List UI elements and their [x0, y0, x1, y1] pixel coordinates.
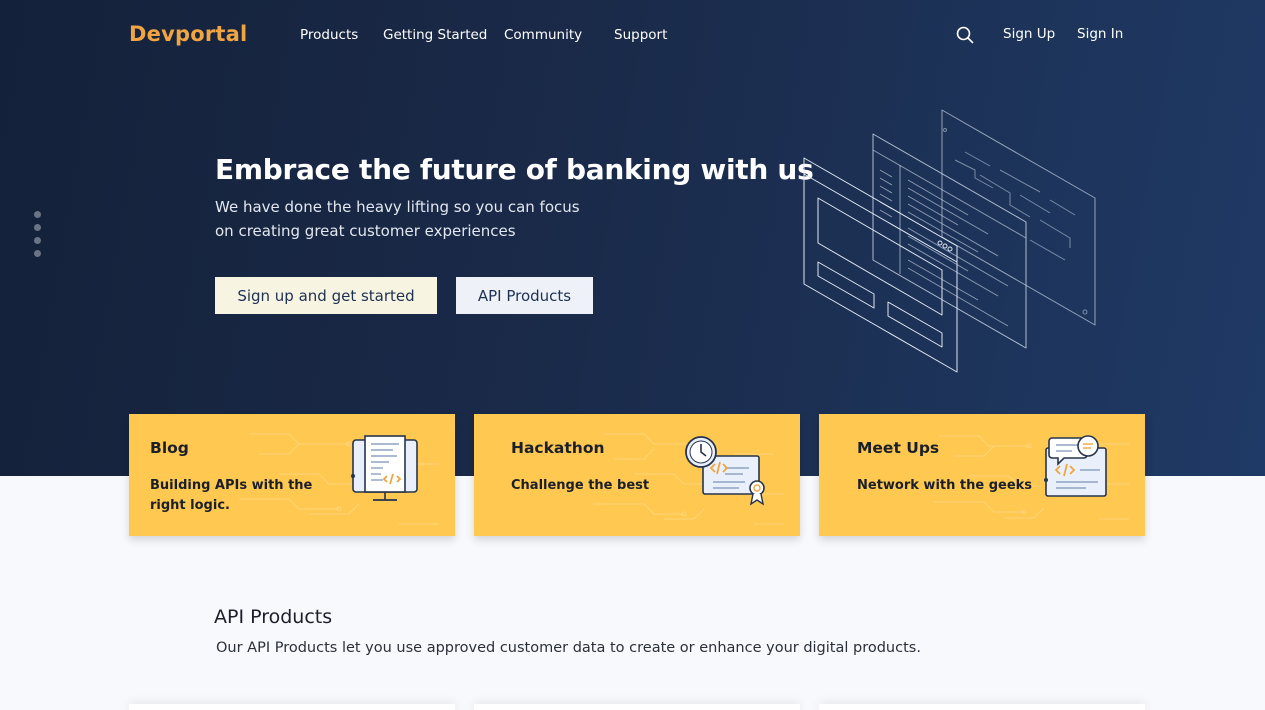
- product-card[interactable]: [819, 704, 1145, 710]
- nav-community[interactable]: Community: [504, 27, 582, 43]
- logo[interactable]: Devportal: [129, 22, 247, 46]
- card-description: Challenge the best: [511, 476, 649, 496]
- hackathon-card[interactable]: Hackathon Challenge the best: [474, 414, 800, 536]
- sign-in-link[interactable]: Sign In: [1077, 26, 1123, 42]
- hero-section: Devportal Products Getting Started Commu…: [0, 0, 1265, 476]
- product-card[interactable]: [129, 704, 455, 710]
- product-card[interactable]: [474, 704, 800, 710]
- card-title: Blog: [150, 439, 189, 457]
- hero-subtitle-line: We have done the heavy lifting so you ca…: [215, 198, 580, 216]
- nav-getting-started[interactable]: Getting Started: [383, 27, 487, 43]
- card-title: Hackathon: [511, 439, 605, 457]
- api-products-button[interactable]: API Products: [456, 277, 593, 314]
- section-description: Our API Products let you use approved cu…: [216, 640, 921, 656]
- card-description: Building APIs with the right logic.: [150, 476, 312, 516]
- slide-dot[interactable]: [34, 250, 41, 257]
- card-description-line: right logic.: [150, 498, 230, 513]
- clock-certificate-icon: [685, 436, 765, 506]
- nav-support[interactable]: Support: [614, 27, 667, 43]
- hero-title: Embrace the future of banking with us: [215, 153, 814, 186]
- section-title: API Products: [214, 606, 333, 628]
- card-description-line: Network with the geeks: [857, 478, 1033, 493]
- blog-card[interactable]: Blog Building APIs with the right logic.: [129, 414, 455, 536]
- search-icon[interactable]: [956, 26, 974, 44]
- hero-subtitle: We have done the heavy lifting so you ca…: [215, 196, 595, 243]
- chat-code-icon: [1044, 435, 1107, 497]
- hero-subtitle-line: on creating great customer experiences: [215, 221, 516, 240]
- card-description-line: Building APIs with the: [150, 478, 313, 493]
- sign-up-get-started-button[interactable]: Sign up and get started: [215, 277, 437, 314]
- meet-ups-card[interactable]: Meet Ups Network with the geeks: [819, 414, 1145, 536]
- sign-up-link[interactable]: Sign Up: [1003, 26, 1055, 42]
- slide-dot[interactable]: [34, 224, 41, 231]
- nav-products[interactable]: Products: [300, 27, 358, 43]
- card-description-line: Challenge the best: [511, 478, 650, 493]
- slide-indicator: [34, 211, 42, 263]
- card-title: Meet Ups: [857, 439, 940, 457]
- card-description: Network with the geeks: [857, 476, 1032, 496]
- slide-dot[interactable]: [34, 211, 41, 218]
- layered-screens-illustration: [803, 109, 1096, 373]
- slide-dot[interactable]: [34, 237, 41, 244]
- monitor-code-icon: [351, 435, 418, 501]
